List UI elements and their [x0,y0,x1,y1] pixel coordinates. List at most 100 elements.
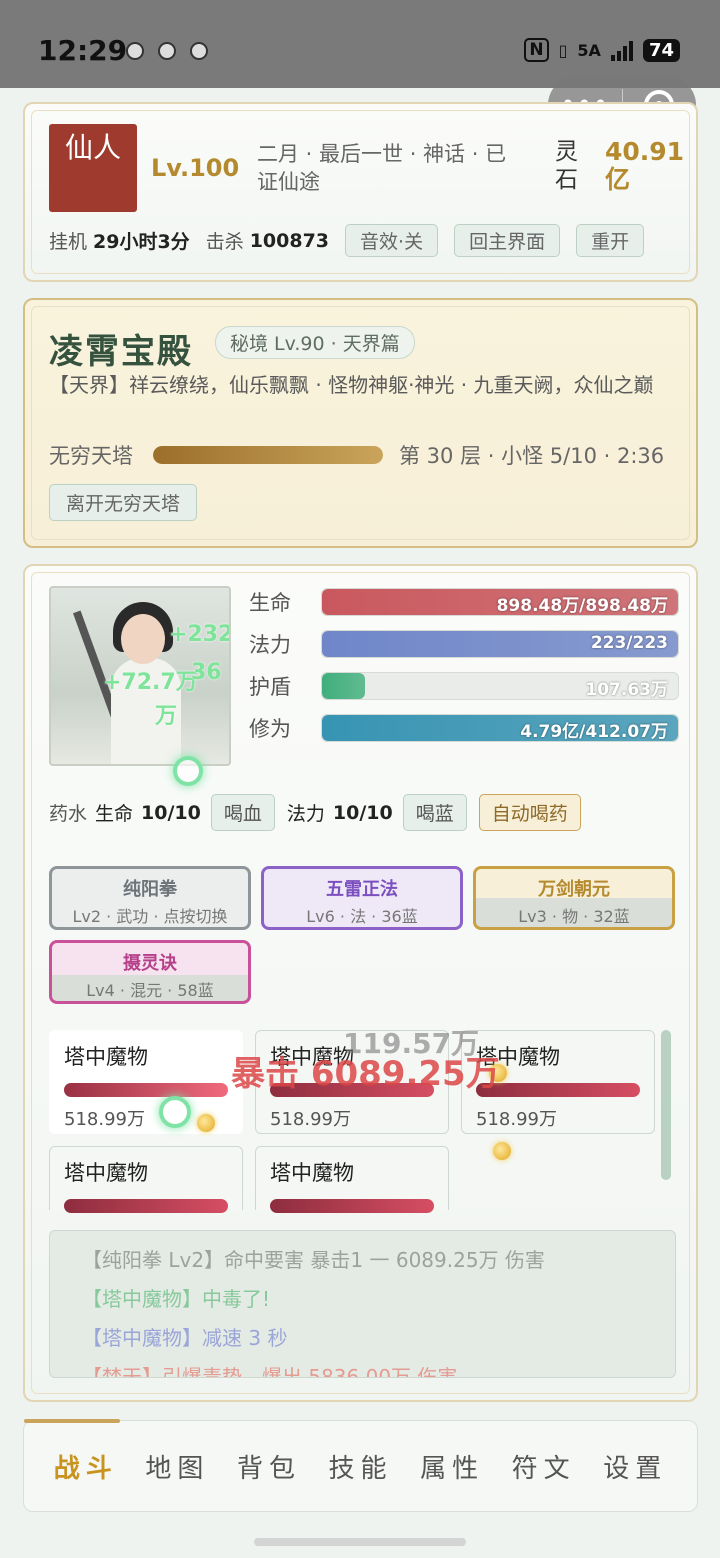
skill-card[interactable]: 五雷正法 Lv6 · 法 · 36蓝 [261,866,463,930]
skill-name: 五雷正法 [326,879,398,900]
cultivation-bar: 4.79亿/412.07万 [321,714,679,742]
coin-drop-icon[interactable] [197,1114,215,1132]
kills-label: 击杀 [205,231,244,253]
enemy-hp-bar [64,1083,228,1097]
restart-button[interactable]: 重开 [576,224,645,257]
crit-damage-popup: 暴击 6089.25万 [231,1054,500,1094]
enemy-name: 塔中魔物 [64,1045,148,1069]
tower-info: 第 30 层 · 小怪 5/10 · 2:36 [399,444,665,468]
header-info-row: 挂机 29小时3分 击杀 100873 音效·关 回主界面 重开 [49,224,660,257]
notification-icons [126,42,208,60]
hp-value: 898.48万/898.48万 [496,596,668,616]
realm-text: 二月 · 最后一世 · 神话 · 已证仙途 [257,142,507,194]
enemy-hp: 518.99万 [476,1109,557,1130]
cultivation-value: 4.79亿/412.07万 [520,722,668,742]
stat-row-mp: 法力 223/223 [249,630,679,658]
shield-value: 107.63万 [585,680,668,700]
heal-float-text: 36 [191,660,222,685]
skill-detail: Lv4 · 混元 · 58蓝 [86,981,214,1000]
network-label: 5A [577,40,601,60]
nav-tab-settings[interactable]: 设置 [589,1448,681,1485]
potion-mp-count: 10/10 [332,801,393,824]
stat-label: 法力 [249,633,291,657]
location-panel: 凌霄宝殿 秘境 Lv.90 · 天界篇 【天界】祥云缭绕，仙乐飘飘 · 怪物神躯… [23,298,698,548]
nav-tab-attributes[interactable]: 属性 [406,1448,498,1485]
spirit-stone-value: 40.91亿 [605,137,685,194]
heal-float-text: +232. [169,622,229,647]
header-panel: 仙人 Lv.100 二月 · 最后一世 · 神话 · 已证仙途 灵石 40.91… [23,102,698,282]
tower-label: 无穷天塔 [49,444,133,468]
stat-label: 护盾 [249,675,291,699]
skill-name: 摄灵诀 [123,953,177,974]
level-label: Lv.100 [151,154,240,182]
log-line: 【塔中魔物】中毒了! [82,1287,271,1311]
drink-hp-button[interactable]: 喝血 [210,794,275,831]
home-button[interactable]: 回主界面 [454,224,561,257]
status-time: 12:29 [38,34,128,67]
home-indicator[interactable] [254,1538,466,1546]
afk-label: 挂机 [49,231,88,253]
stat-label: 修为 [249,717,291,741]
kills-value: 100873 [249,229,330,252]
afk-value: 29小时3分 [93,231,190,253]
signal-icon [610,39,633,61]
enemy-card[interactable]: 塔中魔物 [49,1146,243,1213]
notification-icon [126,42,144,60]
enemy-hp-bar [476,1083,640,1097]
notification-icon [190,42,208,60]
enemy-hp-bar [64,1199,228,1213]
stat-row-hp: 生命 898.48万/898.48万 [249,588,679,616]
enemy-card[interactable]: 塔中魔物 [255,1146,449,1213]
enemy-hp: 518.99万 [270,1109,351,1130]
potion-row: 药水 生命 10/10 喝血 法力 10/10 喝蓝 自动喝药 [49,794,593,831]
stat-label: 生命 [249,591,291,615]
nav-tab-bag[interactable]: 背包 [223,1448,315,1485]
nav-tab-map[interactable]: 地图 [132,1448,224,1485]
player-avatar: +232. +72.7万 36 万 [49,586,231,766]
enemy-name: 塔中魔物 [270,1161,354,1185]
battle-panel: +232. +72.7万 36 万 生命 898.48万/898.48万 法力 … [23,564,698,1402]
status-bar: 12:29 N ▯ 5A 74 [0,0,720,88]
mp-value: 223/223 [590,633,668,653]
potion-hp-count: 10/10 [141,801,201,824]
auto-potion-button[interactable]: 自动喝药 [478,794,581,831]
skill-detail: Lv3 · 物 · 32蓝 [518,907,630,926]
nav-tab-runes[interactable]: 符文 [498,1448,590,1485]
hp-bar: 898.48万/898.48万 [321,588,679,616]
location-tag: 秘境 Lv.90 · 天界篇 [215,326,415,359]
heal-float-text: 万 [155,704,178,729]
shield-bar: 107.63万 [321,672,679,700]
enemy-list-scrollbar[interactable] [661,1030,671,1180]
tower-progress-bar [153,446,383,464]
skill-name: 纯阳拳 [123,879,177,900]
leave-tower-button[interactable]: 离开无穷天塔 [49,484,198,521]
nav-tab-skills[interactable]: 技能 [315,1448,407,1485]
combat-log[interactable]: 【纯阳拳 Lv2】命中要害 暴击1 一 6089.25万 伤害 【塔中魔物】中毒… [49,1230,676,1378]
nav-tab-battle[interactable]: 战斗 [40,1448,132,1485]
mp-bar: 223/223 [321,630,679,658]
location-name: 凌霄宝殿 [49,332,193,372]
battery-icon: 74 [642,38,680,62]
status-right: N ▯ 5A 74 [524,38,680,62]
skill-card[interactable]: 摄灵诀 Lv4 · 混元 · 58蓝 [49,940,251,1004]
bottom-nav: 战斗 地图 背包 技能 属性 符文 设置 [23,1419,698,1512]
energy-orb [159,1096,191,1128]
player-stats: 生命 898.48万/898.48万 法力 223/223 护盾 107.63万… [249,588,679,756]
notification-icon [158,42,176,60]
coin-drop-icon[interactable] [493,1142,511,1160]
skill-detail: Lv2 · 武功 · 点按切换 [72,907,228,926]
skill-card[interactable]: 万剑朝元 Lv3 · 物 · 32蓝 [473,866,675,930]
potion-label: 药水 [49,803,88,825]
drink-mp-button[interactable]: 喝蓝 [402,794,467,831]
log-line: 【塔中魔物】减速 3 秒 [82,1326,288,1350]
location-description: 【天界】祥云缭绕，仙乐飘飘 · 怪物神躯·神光 · 九重天阙，众仙之巅 [49,373,654,397]
potion-hp-label: 生命 [95,803,134,825]
stat-row-cultivation: 修为 4.79亿/412.07万 [249,714,679,742]
stat-row-shield: 护盾 107.63万 [249,672,679,700]
sound-toggle-button[interactable]: 音效·关 [345,224,439,257]
vibrate-icon: ▯ [558,40,568,60]
spirit-stone-label: 灵石 [555,139,578,193]
skill-card[interactable]: 纯阳拳 Lv2 · 武功 · 点按切换 [49,866,251,930]
log-line: 【焚天】引爆毒势，爆出 5836.00万 伤害 [82,1365,458,1378]
skill-name: 万剑朝元 [538,879,610,900]
